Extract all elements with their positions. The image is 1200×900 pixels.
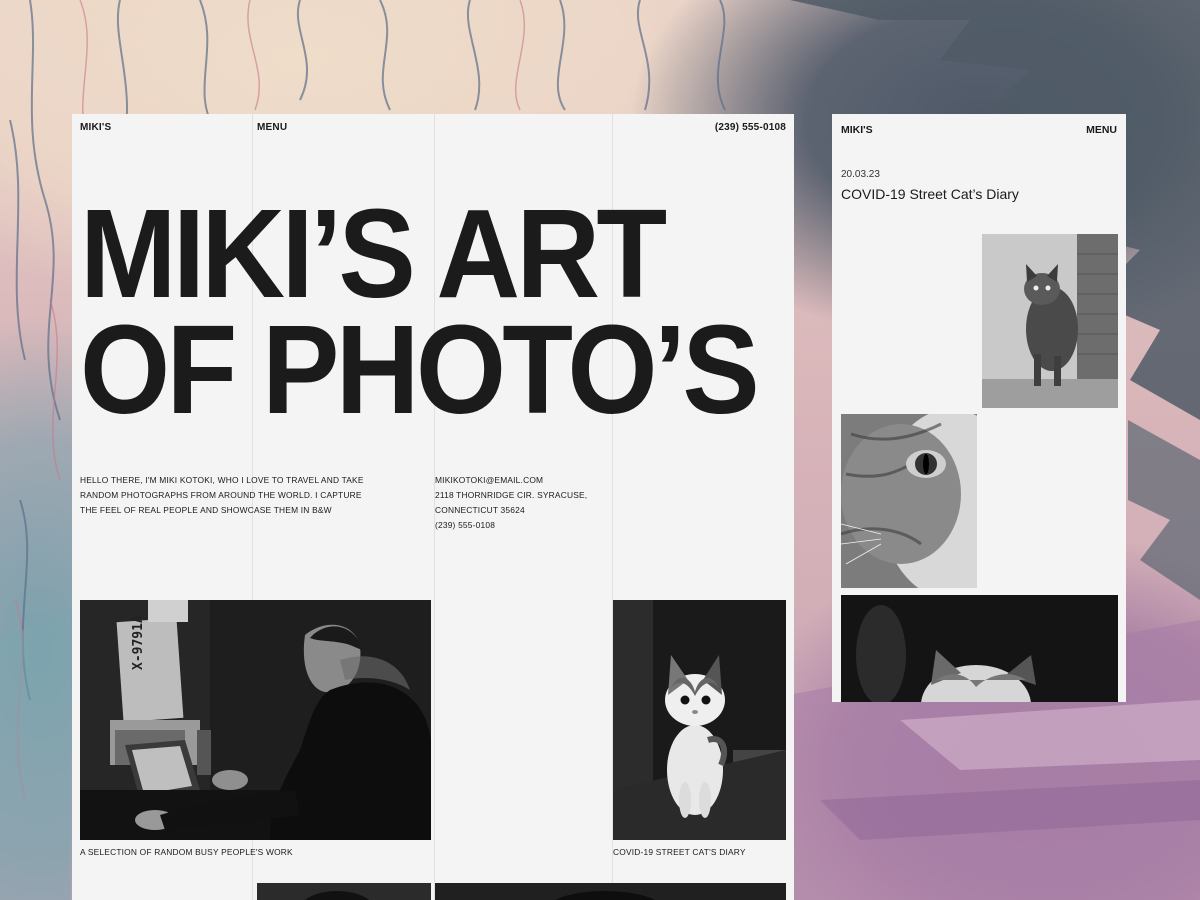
- desktop-site-frame: MIKI'S MENU (239) 555-0108 MIKI’S ART OF…: [72, 114, 794, 900]
- kitten-photo[interactable]: [613, 600, 786, 840]
- contact-block: MIKIKOTOKI@EMAIL.COM 2118 THORNRIDGE CIR…: [435, 473, 635, 533]
- post-date: 20.03.23: [841, 169, 880, 180]
- project-caption-1[interactable]: A SELECTION OF RANDOM BUSY PEOPLE'S WORK: [80, 847, 293, 857]
- kitten-peeking-image: [841, 595, 1118, 702]
- post-title: COVID-19 Street Cat’s Diary: [841, 186, 1019, 202]
- mobile-brand-logo[interactable]: MIKI'S: [841, 124, 873, 136]
- nav-phone-link[interactable]: (239) 555-0108: [715, 122, 786, 133]
- hero-title-line-2: OF PHOTO’S: [80, 299, 760, 440]
- project-photo-partial-2[interactable]: [435, 883, 786, 900]
- cat-eye-closeup-photo[interactable]: [841, 414, 977, 588]
- project-photo-partial[interactable]: [257, 883, 431, 900]
- contact-email[interactable]: MIKIKOTOKI@EMAIL.COM: [435, 473, 635, 488]
- project-caption-2[interactable]: COVID-19 STREET CAT'S DIARY: [613, 847, 746, 857]
- contact-phone[interactable]: (239) 555-0108: [435, 518, 635, 533]
- partial-photo-image-2: [435, 883, 786, 900]
- walking-cat-photo[interactable]: [982, 234, 1118, 408]
- walking-cat-image: [982, 234, 1118, 408]
- contact-address-line-2: CONNECTICUT 35624: [435, 505, 525, 515]
- hero-title-line-1: MIKI’S ART: [80, 183, 667, 324]
- top-nav: MIKI'S MENU (239) 555-0108: [80, 122, 786, 138]
- man-at-laptop-photo[interactable]: X-9791A: [80, 600, 431, 840]
- menu-button[interactable]: MENU: [257, 122, 287, 133]
- kitten-peeking-photo[interactable]: [841, 595, 1118, 702]
- kitten-image: [613, 600, 786, 840]
- contact-address-line-1: 2118 THORNRIDGE CIR. SYRACUSE,: [435, 490, 588, 500]
- hero-title: MIKI’S ART OF PHOTO’S: [80, 183, 760, 440]
- cat-eye-image: [841, 414, 977, 588]
- license-plate-text: X-9791A: [131, 615, 146, 670]
- partial-photo-image: [257, 883, 431, 900]
- mobile-site-frame: MIKI'S MENU 20.03.23 COVID-19 Street Cat…: [832, 114, 1126, 702]
- man-at-laptop-image: X-9791A: [80, 600, 431, 840]
- brand-logo[interactable]: MIKI'S: [80, 122, 111, 133]
- intro-text: HELLO THERE, I'M MIKI KOTOKI, WHO I LOVE…: [80, 475, 364, 515]
- mobile-menu-button[interactable]: MENU: [1086, 124, 1117, 136]
